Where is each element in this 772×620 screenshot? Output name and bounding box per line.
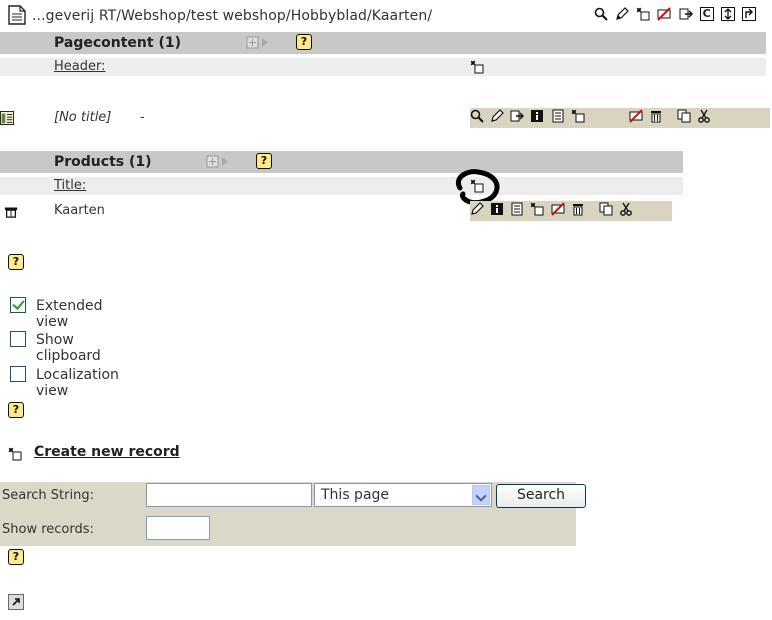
divider bbox=[0, 546, 772, 547]
cut-icon[interactable] bbox=[697, 109, 711, 123]
show-records-label: Show records: bbox=[2, 522, 94, 537]
show-clipboard-checkbox[interactable] bbox=[10, 331, 26, 347]
localization-view-label[interactable]: Localization view bbox=[36, 367, 119, 399]
delete-icon[interactable] bbox=[571, 202, 585, 216]
products-header: Products (1) ? bbox=[0, 151, 683, 173]
help-icon[interactable]: ? bbox=[8, 254, 24, 270]
record-icon-strip bbox=[470, 108, 770, 128]
history-icon[interactable] bbox=[510, 202, 524, 216]
expand-icon[interactable] bbox=[246, 36, 272, 50]
products-record-row: Kaarten bbox=[0, 201, 700, 221]
info-icon[interactable] bbox=[490, 202, 504, 216]
breadcrumb: ...geverij RT/Webshop/test webshop/Hobby… bbox=[32, 8, 433, 24]
record-icon-strip bbox=[470, 201, 672, 221]
hide-icon[interactable] bbox=[629, 108, 643, 123]
header-field-link[interactable]: Header: bbox=[54, 59, 106, 74]
search-scope-value: This page bbox=[321, 487, 390, 503]
search-button[interactable]: Search bbox=[496, 484, 586, 508]
edit-icon[interactable] bbox=[470, 201, 484, 216]
content-element-icon[interactable] bbox=[0, 111, 16, 127]
new-icon[interactable] bbox=[571, 109, 585, 123]
help-icon[interactable]: ? bbox=[8, 402, 24, 418]
info-icon[interactable] bbox=[530, 109, 544, 123]
expand-icon[interactable] bbox=[206, 155, 232, 169]
sort-icon[interactable] bbox=[720, 6, 735, 21]
delete-icon[interactable] bbox=[649, 109, 663, 123]
help-icon[interactable]: ? bbox=[296, 34, 312, 50]
page-icon bbox=[8, 5, 26, 25]
move-icon[interactable] bbox=[510, 109, 525, 123]
record-title: Kaarten bbox=[54, 203, 105, 218]
new-icon[interactable] bbox=[8, 447, 22, 461]
extended-view-label[interactable]: Extended view bbox=[36, 298, 103, 330]
help-icon[interactable]: ? bbox=[256, 153, 272, 169]
product-icon[interactable] bbox=[4, 204, 20, 220]
chevron-down-icon[interactable] bbox=[472, 485, 490, 505]
new-icon[interactable] bbox=[530, 202, 544, 216]
hide-icon[interactable] bbox=[550, 201, 565, 216]
path-toolbar: C bbox=[594, 6, 759, 21]
title-field-link[interactable]: Title: bbox=[54, 178, 86, 193]
edit-icon[interactable] bbox=[615, 6, 629, 21]
show-clipboard-label[interactable]: Show clipboard bbox=[36, 332, 101, 364]
up-level-icon[interactable] bbox=[741, 6, 756, 21]
pagecontent-title: Pagecontent (1) bbox=[54, 35, 181, 51]
search-string-input[interactable] bbox=[146, 483, 312, 507]
pagecontent-field-row: Header: bbox=[0, 58, 766, 76]
hide-icon[interactable] bbox=[657, 6, 672, 21]
move-icon[interactable] bbox=[679, 7, 693, 21]
path-bar: ...geverij RT/Webshop/test webshop/Hobby… bbox=[6, 4, 766, 26]
localization-view-checkbox[interactable] bbox=[10, 366, 26, 382]
search-string-label: Search String: bbox=[2, 488, 94, 503]
record-title: [No title] bbox=[54, 110, 112, 125]
show-records-input[interactable] bbox=[146, 516, 210, 540]
search-scope-select[interactable]: This page bbox=[314, 483, 492, 507]
new-icon[interactable] bbox=[636, 7, 650, 21]
record-suffix: - bbox=[140, 110, 145, 125]
create-new-record-link[interactable]: Create new record bbox=[34, 444, 180, 460]
cut-icon[interactable] bbox=[619, 202, 633, 216]
new-icon[interactable] bbox=[470, 60, 484, 74]
products-field-row: Title: bbox=[0, 177, 683, 195]
edit-icon[interactable] bbox=[490, 108, 504, 123]
extended-view-checkbox[interactable] bbox=[10, 297, 26, 313]
search-form: Search String: This page Search Show rec… bbox=[0, 482, 586, 546]
products-title: Products (1) bbox=[54, 154, 152, 170]
help-icon[interactable]: ? bbox=[8, 549, 24, 565]
clear-cache-icon[interactable]: C bbox=[699, 6, 714, 21]
pagecontent-header: Pagecontent (1) ? bbox=[0, 32, 766, 54]
pagecontent-record-row: [No title] - bbox=[0, 108, 772, 128]
copy-icon[interactable] bbox=[599, 202, 613, 216]
history-icon[interactable] bbox=[551, 109, 565, 123]
open-new-window-icon[interactable] bbox=[8, 594, 24, 610]
magnify-icon[interactable] bbox=[594, 7, 608, 21]
magnify-icon[interactable] bbox=[470, 109, 484, 123]
copy-icon[interactable] bbox=[677, 109, 691, 123]
